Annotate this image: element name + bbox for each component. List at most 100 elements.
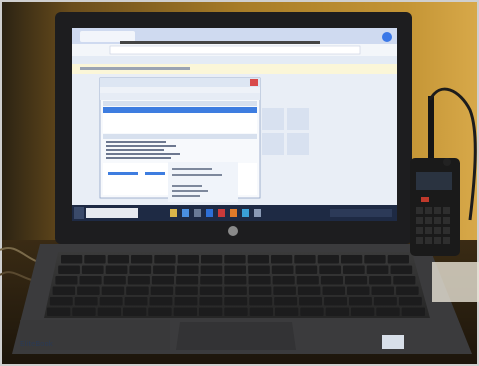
keyboard-key[interactable] — [200, 276, 223, 285]
keyboard-key[interactable] — [376, 307, 400, 317]
taskbar-app-icon[interactable] — [206, 209, 213, 217]
keyboard-key[interactable] — [199, 307, 223, 317]
keyboard-key[interactable] — [77, 286, 100, 296]
keyboard-key[interactable] — [97, 307, 121, 317]
keyboard-key[interactable] — [343, 265, 365, 275]
keyboard-key[interactable] — [177, 255, 199, 264]
keyboard-key[interactable] — [249, 297, 273, 306]
keyboard-key[interactable] — [273, 286, 296, 296]
taskbar-app-icon[interactable] — [170, 209, 177, 217]
keyboard-key[interactable] — [299, 297, 322, 306]
keyboard-key[interactable] — [272, 276, 295, 285]
keyboard-key[interactable] — [74, 297, 98, 306]
keyboard-key[interactable] — [175, 286, 198, 296]
taskbar-app-icon[interactable] — [218, 209, 225, 217]
keyboard-key[interactable] — [176, 276, 199, 285]
keyboard-key[interactable] — [200, 265, 223, 275]
keyboard-key[interactable] — [320, 276, 343, 285]
keyboard-key[interactable] — [99, 297, 123, 306]
keyboard-key[interactable] — [148, 307, 172, 317]
keyboard-key[interactable] — [275, 307, 299, 317]
keyboard-key[interactable] — [150, 286, 174, 296]
keyboard-key[interactable] — [351, 307, 375, 317]
keyboard-key[interactable] — [105, 265, 128, 275]
keyboard-key[interactable] — [201, 255, 223, 264]
app-close-button[interactable] — [250, 79, 258, 86]
taskbar-app-icon[interactable] — [194, 209, 201, 217]
keyboard-key[interactable] — [371, 286, 395, 296]
keyboard-key[interactable] — [347, 286, 370, 296]
keyboard-key[interactable] — [248, 286, 272, 296]
keyboard-key[interactable] — [123, 307, 147, 317]
keyboard-key[interactable] — [224, 255, 246, 264]
keyboard-key[interactable] — [319, 265, 341, 275]
keyboard-key[interactable] — [295, 265, 318, 275]
keyboard-key[interactable] — [393, 276, 416, 285]
keyboard-key[interactable] — [224, 297, 248, 306]
app-selected-row[interactable] — [103, 107, 257, 113]
keyboard-key[interactable] — [369, 276, 392, 285]
keyboard-key[interactable] — [84, 255, 106, 264]
keyboard-key[interactable] — [317, 255, 339, 264]
keyboard-key[interactable] — [52, 286, 76, 296]
start-button[interactable] — [74, 207, 84, 219]
taskbar-app-icon[interactable] — [242, 209, 249, 217]
keyboard-key[interactable] — [249, 307, 273, 317]
keyboard-key[interactable] — [324, 297, 347, 306]
keyboard-key[interactable] — [364, 255, 386, 264]
keyboard-key[interactable] — [248, 265, 270, 275]
keyboard-key[interactable] — [149, 297, 173, 306]
keyboard-key[interactable] — [387, 255, 409, 264]
keyboard-key[interactable] — [47, 307, 71, 317]
keyboard-key[interactable] — [297, 286, 321, 296]
keyboard-key[interactable] — [390, 265, 413, 275]
keyboard-key[interactable] — [349, 297, 372, 306]
keyboard-key[interactable] — [294, 255, 316, 264]
taskbar-search[interactable] — [86, 208, 138, 218]
keyboard-key[interactable] — [325, 307, 349, 317]
keyboard-key[interactable] — [72, 307, 96, 317]
keyboard-key[interactable] — [345, 276, 368, 285]
keyboard-key[interactable] — [151, 276, 174, 285]
keyboard-key[interactable] — [274, 297, 298, 306]
keyboard-key[interactable] — [127, 276, 150, 285]
keyboard-key[interactable] — [55, 276, 78, 285]
taskbar-app-icon[interactable] — [230, 209, 237, 217]
keyboard-key[interactable] — [341, 255, 363, 264]
keyboard-key[interactable] — [296, 276, 319, 285]
keyboard-key[interactable] — [124, 297, 148, 306]
keyboard-key[interactable] — [271, 265, 294, 275]
keyboard-key[interactable] — [373, 297, 397, 306]
keyboard-key[interactable] — [79, 276, 102, 285]
keyboard-key[interactable] — [154, 255, 176, 264]
keyboard-key[interactable] — [199, 297, 223, 306]
keyboard-key[interactable] — [224, 307, 248, 317]
keyboard-key[interactable] — [176, 265, 199, 275]
keyboard-key[interactable] — [366, 265, 389, 275]
keyboard-key[interactable] — [81, 265, 104, 275]
keyboard-key[interactable] — [126, 286, 149, 296]
keyboard-key[interactable] — [224, 286, 247, 296]
taskbar-app-icon[interactable] — [182, 209, 189, 217]
keyboard-key[interactable] — [401, 307, 425, 317]
keyboard-key[interactable] — [58, 265, 80, 275]
keyboard-key[interactable] — [103, 276, 126, 285]
keyboard-key[interactable] — [322, 286, 346, 296]
address-bar[interactable] — [109, 45, 361, 55]
keyboard-key[interactable] — [174, 297, 198, 306]
keyboard-key[interactable] — [61, 255, 83, 264]
keyboard-key[interactable] — [247, 255, 269, 264]
keyboard-key[interactable] — [101, 286, 125, 296]
keyboard-key[interactable] — [131, 255, 153, 264]
taskbar-app-icon[interactable] — [254, 209, 261, 217]
keyboard-key[interactable] — [398, 297, 422, 306]
keyboard-key[interactable] — [300, 307, 324, 317]
touchpad[interactable] — [176, 322, 296, 350]
keyboard-key[interactable] — [153, 265, 175, 275]
keyboard-key[interactable] — [248, 276, 271, 285]
keyboard-key[interactable] — [173, 307, 197, 317]
keyboard-key[interactable] — [224, 265, 246, 275]
keyboard-key[interactable] — [199, 286, 223, 296]
keyboard-key[interactable] — [271, 255, 293, 264]
keyboard-key[interactable] — [224, 276, 247, 285]
